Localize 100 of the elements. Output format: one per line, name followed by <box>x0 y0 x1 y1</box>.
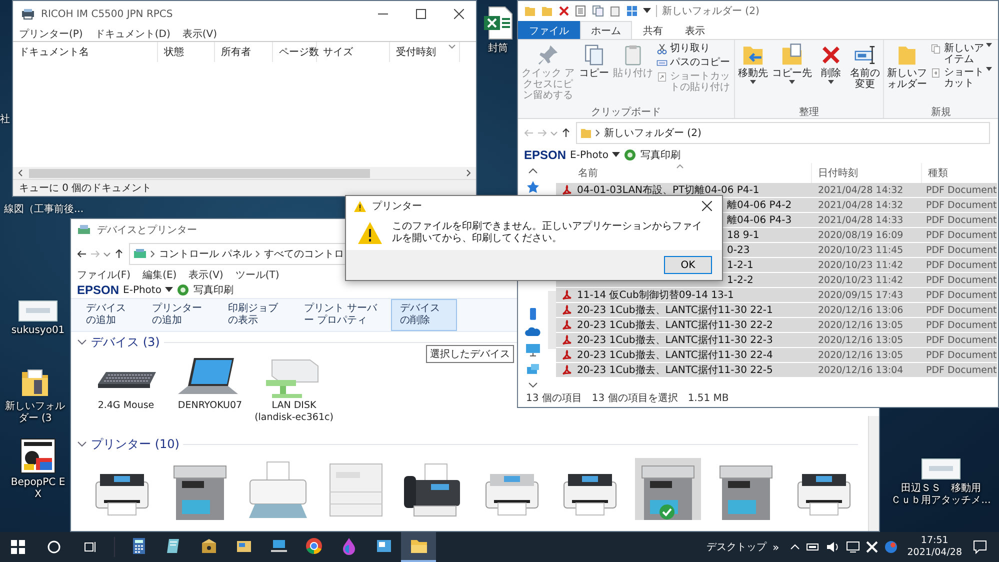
caret-icon[interactable] <box>612 152 620 158</box>
breadcrumb-item[interactable]: すべてのコントロ <box>264 247 344 261</box>
battery-icon[interactable] <box>806 542 820 552</box>
up-arrow-icon[interactable] <box>561 128 571 138</box>
ribbon-button[interactable]: 移動先 <box>737 42 769 105</box>
address-bar[interactable]: 新しいフォルダー (2) <box>576 122 990 144</box>
photo-print-icon[interactable] <box>177 284 190 296</box>
column-header[interactable]: ページ数 <box>273 42 317 62</box>
delete-icon[interactable] <box>558 5 570 17</box>
scrollbar-thumb[interactable] <box>29 168 370 178</box>
ribbon-button[interactable]: パスのコピー <box>656 57 732 69</box>
section-header[interactable]: プリンター (10) <box>91 436 180 452</box>
grid-icon[interactable] <box>626 5 638 17</box>
vertical-scrollbar[interactable] <box>548 291 556 349</box>
cloud-icon[interactable] <box>525 326 541 338</box>
scroll-down-icon[interactable] <box>528 381 538 389</box>
menu-item[interactable]: ドキュメント(D) <box>94 27 170 41</box>
circle-icon[interactable] <box>884 540 898 554</box>
scroll-left-icon[interactable] <box>17 169 25 177</box>
command-button[interactable]: デバイスの削除 <box>391 299 457 331</box>
spreadsheet-file-icon[interactable] <box>483 6 513 40</box>
command-button[interactable]: プリント サーバー プロパティ <box>295 299 391 331</box>
menu-item[interactable]: 編集(E) <box>142 268 177 282</box>
column-header[interactable]: サイズ <box>317 42 390 62</box>
device-label[interactable]: LAN DISK <box>272 400 316 412</box>
ribbon-button[interactable]: ショートカット <box>930 67 992 89</box>
product-dropdown[interactable]: E-Photo <box>570 150 608 160</box>
taskbar-button[interactable] <box>401 532 436 562</box>
ribbon-button[interactable]: コピー <box>578 42 610 105</box>
maximize-icon[interactable] <box>416 9 426 19</box>
device-label[interactable]: DENRYOKU07 <box>178 400 242 412</box>
windows-logo-icon[interactable] <box>11 540 25 554</box>
app-logo-icon[interactable] <box>20 438 56 474</box>
menu-item[interactable]: ファイル(F) <box>77 268 131 282</box>
x-mark-icon[interactable] <box>866 541 878 553</box>
ribbon-button[interactable]: 削除 <box>815 42 847 105</box>
clock-date[interactable]: 2021/04/28 <box>907 547 962 559</box>
clock-time[interactable]: 17:51 <box>920 535 948 547</box>
sort-caret-icon[interactable] <box>676 164 684 169</box>
ribbon-tab[interactable]: 共有 <box>632 21 674 39</box>
chevron-down-icon[interactable] <box>77 338 87 346</box>
toolbar-overflow[interactable]: » <box>772 540 780 554</box>
properties-icon[interactable] <box>575 5 587 17</box>
menu-item[interactable]: プリンター(P) <box>19 27 83 41</box>
ribbon-button[interactable]: 切り取り <box>656 43 732 55</box>
close-icon[interactable] <box>702 201 712 211</box>
file-row[interactable]: 20-23 1Cub撤去、LANTC据付11-30 22-2 2020/12/16 13:05 PDF Document <box>556 318 997 333</box>
toolbar-label[interactable]: デスクトップ <box>706 540 766 554</box>
file-row[interactable]: 20-23 1Cub撤去、LANTC据付11-30 22-5 2020/12/16 13:04 PDF Document <box>556 363 997 378</box>
column-header[interactable]: 状態 <box>158 42 215 62</box>
command-button[interactable]: 印刷ジョブの表示 <box>219 299 295 331</box>
back-arrow-icon[interactable] <box>77 249 87 259</box>
star-icon[interactable] <box>526 180 540 194</box>
ribbon-button[interactable]: コピー先 <box>771 42 813 105</box>
caret-icon[interactable] <box>165 287 174 293</box>
photo-print-link[interactable]: 写真印刷 <box>193 283 234 297</box>
scroll-right-icon[interactable] <box>464 169 472 177</box>
ribbon-tab[interactable]: 表示 <box>674 21 716 39</box>
file-row[interactable]: 04-01-03LAN布設、PT切離04-06 P4-1 2021/04/28 14:32 PDF Document <box>556 183 997 198</box>
monitor-icon[interactable] <box>525 343 541 358</box>
ribbon-button[interactable]: 名前の変更 <box>849 42 881 105</box>
ribbon-tab[interactable]: ファイル <box>518 21 580 39</box>
photo-print-link[interactable]: 写真印刷 <box>640 148 680 162</box>
file-row[interactable]: 20-23 1Cub撤去、LANTC据付11-30 22-3 2020/12/16 13:05 PDF Document <box>556 333 997 348</box>
network-icon[interactable] <box>846 541 860 553</box>
volume-icon[interactable] <box>826 541 840 553</box>
menu-item[interactable]: ツール(T) <box>235 268 280 282</box>
file-row[interactable]: 20-23 1Cub撤去、LANTC据付11-30 22-1 2020/12/16 13:06 PDF Document <box>556 303 997 318</box>
ribbon-button[interactable]: 新しいフォルダー <box>886 42 928 105</box>
thumbnail-icon[interactable] <box>921 458 961 480</box>
thumbnail-icon[interactable] <box>18 300 58 322</box>
printer-icon[interactable] <box>635 458 701 520</box>
file-row[interactable]: 20-23 1Cub撤去、LANTC据付11-30 22-4 2020/12/16 13:05 PDF Document <box>556 348 997 363</box>
breadcrumb-item[interactable]: コントロール パネル <box>159 247 252 261</box>
breadcrumb-item[interactable]: 新しいフォルダー (2) <box>604 126 702 140</box>
column-header[interactable]: ドキュメント名 <box>13 42 158 62</box>
column-header[interactable]: 種類 <box>922 163 998 183</box>
device-label[interactable]: 2.4G Mouse <box>98 400 154 412</box>
task-view-icon[interactable] <box>83 540 97 554</box>
clipboard-icon[interactable] <box>609 5 621 17</box>
photo-print-icon[interactable] <box>624 149 636 161</box>
file-row[interactable]: 11-14 仮Cub制御切替09-14 13-1 2020/09/15 17:43 PDF Document <box>556 288 997 303</box>
scroll-up-icon[interactable] <box>528 167 538 175</box>
section-header[interactable]: デバイス (3) <box>91 334 160 350</box>
product-dropdown[interactable]: E-Photo <box>123 284 162 296</box>
search-icon[interactable] <box>47 540 61 554</box>
horizontal-scrollbar[interactable] <box>13 167 476 179</box>
phone-icon[interactable] <box>527 307 539 322</box>
command-button[interactable]: デバイスの追加 <box>77 299 143 331</box>
column-header[interactable]: 所有者 <box>215 42 273 62</box>
close-icon[interactable] <box>454 9 464 19</box>
command-button[interactable]: プリンターの追加 <box>143 299 219 331</box>
up-arrow-icon[interactable] <box>114 249 124 259</box>
ribbon-tab[interactable]: ホーム <box>580 21 632 39</box>
menu-item[interactable]: 表示(V) <box>188 268 224 282</box>
chevron-down-icon[interactable] <box>77 440 87 448</box>
vertical-scrollbar[interactable] <box>868 416 879 531</box>
menu-item[interactable]: 表示(V) <box>182 27 218 41</box>
copy-icon[interactable] <box>592 5 604 17</box>
caret-icon[interactable] <box>643 8 651 14</box>
